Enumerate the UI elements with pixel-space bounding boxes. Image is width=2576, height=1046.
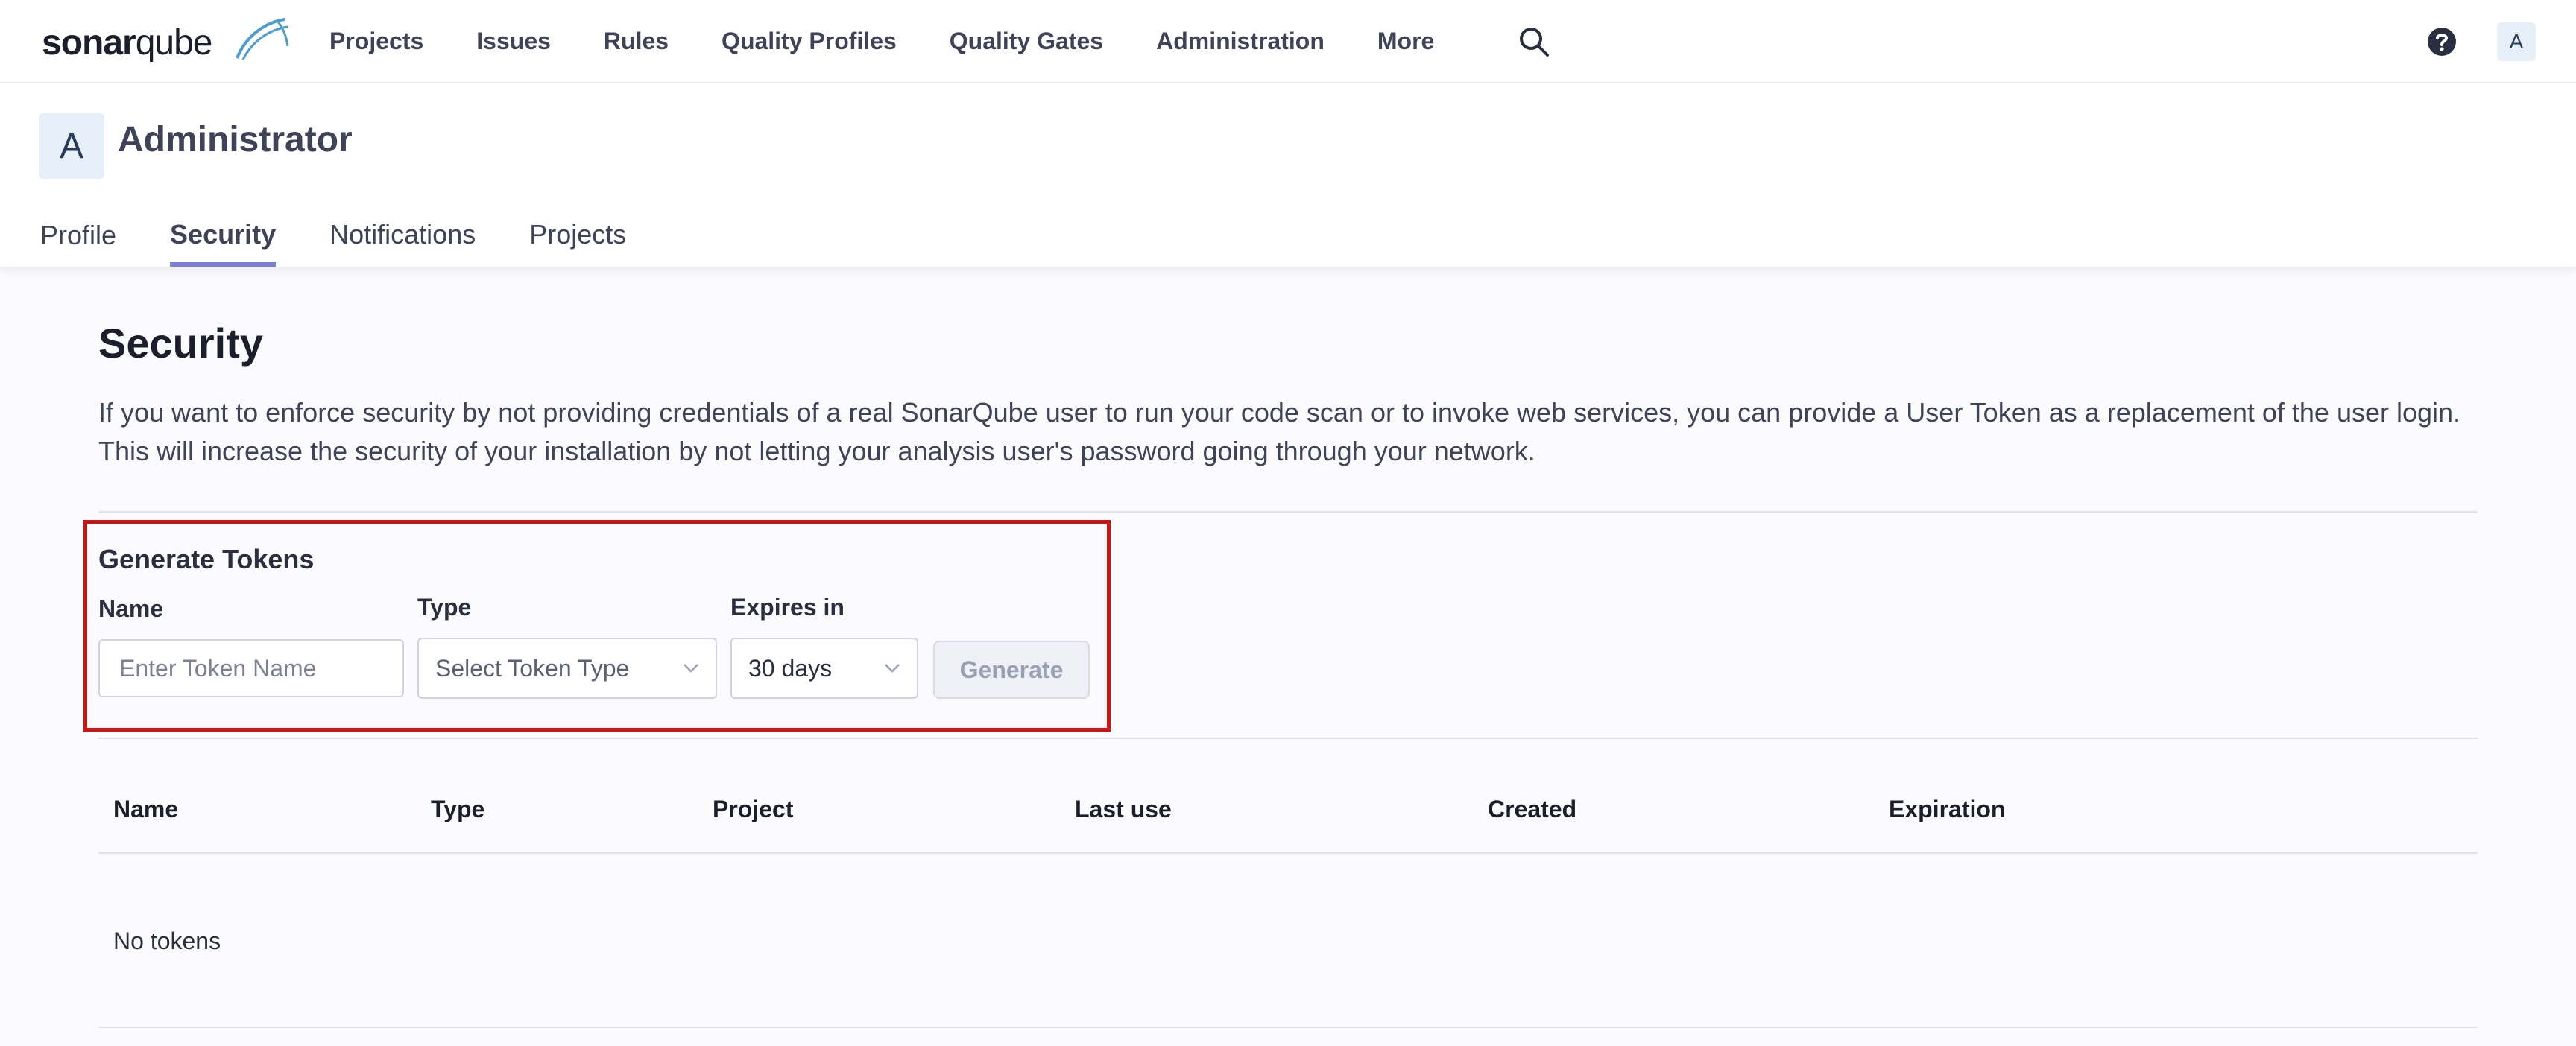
nav-quality-gates[interactable]: Quality Gates: [950, 28, 1103, 55]
account-header: A Administrator Profile Security Notific…: [0, 83, 2576, 267]
tab-security[interactable]: Security: [170, 203, 277, 267]
tab-profile-label: Profile: [40, 220, 117, 250]
divider: [98, 738, 2478, 739]
column-header-name: Name: [113, 796, 179, 822]
main-nav: Projects Issues Rules Quality Profiles Q…: [329, 0, 1487, 82]
logo-text-bold: sonar: [42, 23, 136, 63]
nav-rules[interactable]: Rules: [604, 28, 669, 55]
column-header-type: Type: [431, 796, 485, 822]
expires-in-value: 30 days: [748, 654, 833, 682]
chevron-down-icon: [684, 664, 698, 673]
nav-administration[interactable]: Administration: [1156, 28, 1325, 55]
help-icon[interactable]: [2427, 27, 2457, 57]
empty-table-message: No tokens: [113, 928, 221, 954]
logo-arcs-icon: [236, 18, 289, 60]
name-label: Name: [98, 595, 164, 622]
security-description: If you want to enforce security by not p…: [98, 397, 2461, 466]
avatar: A: [39, 113, 104, 179]
type-label: Type: [417, 594, 472, 621]
column-header-last-use: Last use: [1075, 796, 1172, 822]
tab-security-label: Security: [170, 219, 277, 250]
nav-projects[interactable]: Projects: [329, 28, 423, 55]
global-navbar: sonarqube Projects Issues Rules Quality …: [0, 0, 2576, 83]
nav-more[interactable]: More: [1377, 28, 1434, 55]
nav-issues[interactable]: Issues: [476, 28, 551, 55]
column-header-created: Created: [1488, 796, 1577, 822]
column-header-project: Project: [713, 796, 794, 822]
user-avatar-menu[interactable]: A: [2497, 22, 2536, 61]
sonarqube-logo[interactable]: sonarqube: [42, 13, 289, 67]
table-header-divider: [98, 852, 2478, 854]
generate-button[interactable]: Generate: [933, 641, 1090, 699]
nav-quality-profiles[interactable]: Quality Profiles: [722, 28, 897, 55]
chevron-down-icon: [885, 664, 900, 673]
account-tabs: Profile Security Notifications Projects: [40, 203, 680, 267]
search-icon[interactable]: [1518, 25, 1550, 58]
tab-notifications[interactable]: Notifications: [329, 203, 476, 267]
token-type-value: Select Token Type: [435, 654, 630, 682]
divider: [98, 511, 2478, 513]
page-title: Security: [98, 320, 263, 367]
expires-in-select[interactable]: 30 days: [730, 638, 918, 699]
column-header-expiration: Expiration: [1889, 796, 2006, 822]
logo-text-light: qube: [135, 23, 213, 63]
account-name: Administrator: [118, 120, 353, 159]
expires-label: Expires in: [730, 594, 845, 621]
tab-projects[interactable]: Projects: [529, 203, 626, 267]
tab-profile[interactable]: Profile: [40, 203, 116, 267]
token-type-select[interactable]: Select Token Type: [417, 638, 717, 699]
token-name-input[interactable]: [98, 639, 404, 697]
tab-notifications-label: Notifications: [329, 219, 476, 250]
generate-tokens-title: Generate Tokens: [98, 544, 315, 574]
tab-projects-label: Projects: [529, 219, 627, 250]
table-bottom-divider: [98, 1027, 2478, 1028]
